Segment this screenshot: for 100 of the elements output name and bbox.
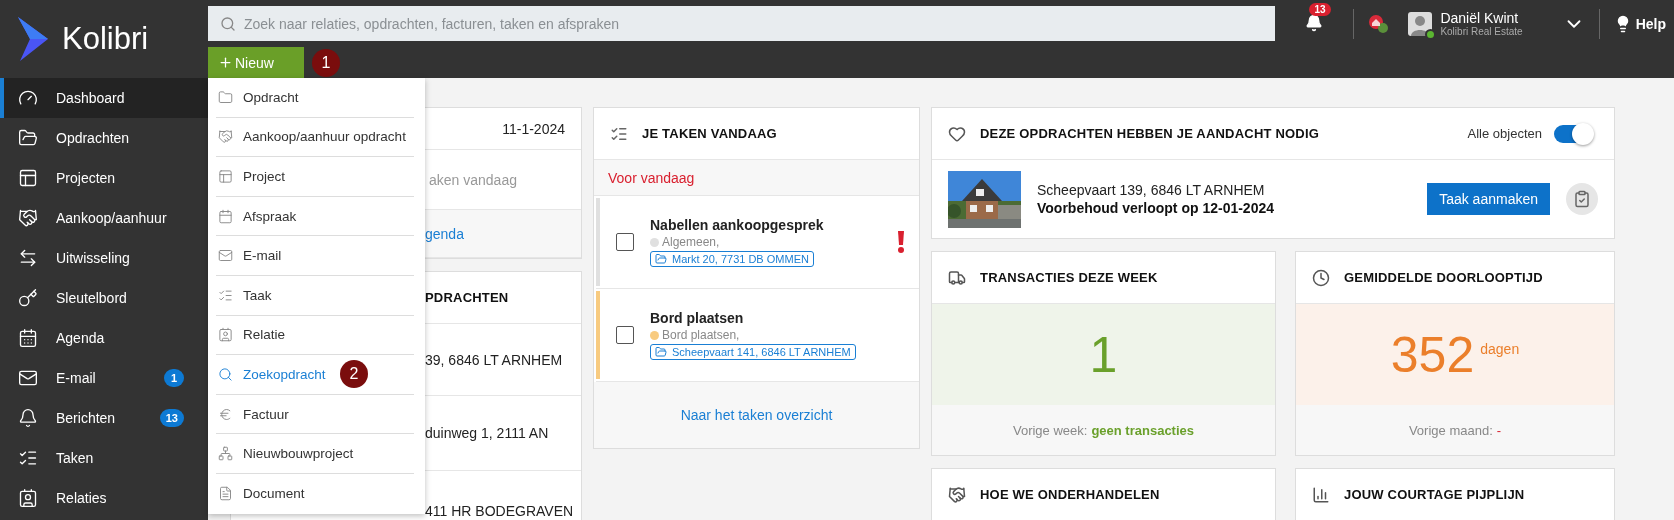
count-badge: 13 [159, 409, 184, 427]
avatar[interactable] [1408, 11, 1433, 36]
stat-unit: dagen [1480, 340, 1520, 357]
sidebar-item[interactable]: E-mail 1 [0, 358, 208, 398]
card-title: PDRACHTEN [425, 290, 509, 305]
euro-icon [218, 406, 233, 422]
address-tag[interactable]: Markt 20, 7731 DB OMMEN [650, 251, 814, 267]
checklist-icon [218, 287, 233, 303]
clipboard-icon [1573, 190, 1591, 208]
sidebar-item[interactable]: Opdrachten [0, 118, 208, 158]
menu-item[interactable]: Afspraak [216, 196, 414, 237]
user-name: Daniël Kwint [1440, 9, 1520, 26]
truck-icon [948, 268, 966, 287]
search-field[interactable]: Zoek naar relaties, opdrachten, facturen, taken en afspraken [208, 6, 1275, 41]
notice-text: Voorbehoud verloopt op 12-01-2024 [1037, 200, 1275, 216]
menu-item[interactable]: Nieuwbouwproject [216, 434, 414, 474]
contact-icon [18, 488, 38, 508]
stat-value: 1 [1089, 325, 1118, 384]
folder-icon [218, 89, 233, 105]
plus-icon [218, 55, 233, 70]
sidebar-item[interactable]: Agenda [0, 318, 208, 358]
search-icon [218, 366, 233, 382]
card-title: TRANSACTIES DEZE WEEK [980, 270, 1158, 285]
stat-footer-value: - [1496, 422, 1502, 438]
menu-item[interactable]: Factuur [216, 394, 414, 435]
calendar-icon [218, 208, 233, 224]
stat-footer-label: Vorige week: [1012, 422, 1088, 438]
contact-icon [218, 327, 233, 343]
sidebar-item[interactable]: Sleutelbord [0, 278, 208, 318]
card-title: JE TAKEN VANDAAG [642, 126, 777, 141]
arrows-icon [18, 248, 38, 268]
folder-icon [655, 346, 667, 358]
logo-text: Kolibri [62, 21, 149, 57]
panels-icon [218, 169, 233, 184]
menu-item[interactable]: Project [216, 157, 414, 197]
search-icon [220, 16, 236, 32]
task-category: Algemeen, [662, 235, 720, 249]
count-badge: 1 [164, 369, 184, 387]
menu-item[interactable]: Aankoop/aanhuur opdracht [216, 117, 414, 158]
agenda-link[interactable]: genda [425, 225, 464, 242]
create-task-button[interactable]: Taak aanmaken [1427, 183, 1550, 215]
sidebar-item[interactable]: Relaties [0, 478, 208, 518]
handshake-icon [948, 485, 966, 504]
assignment-address: duinweg 1, 2111 AN [425, 425, 549, 441]
stat-footer-label: Vorige maand: [1408, 422, 1493, 438]
bell-icon[interactable] [1305, 13, 1324, 32]
calendar-icon [18, 328, 38, 348]
sidebar-item[interactable]: Taken [0, 438, 208, 478]
menu-item[interactable]: Document [216, 473, 414, 514]
help-link[interactable]: Help [1613, 14, 1666, 33]
checkbox[interactable] [616, 233, 634, 251]
sidebar-item[interactable]: Uitwisseling [0, 238, 208, 278]
card-title: JOUW COURTAGE PIJPLIJN [1344, 487, 1525, 502]
card-title: GEMIDDELDE DOORLOOPTIJD [1344, 270, 1543, 285]
assignment-address: 39, 6846 LT ARNHEM [425, 351, 563, 368]
card-title: HOE WE ONDERHANDELEN [980, 487, 1160, 502]
sidebar-item[interactable]: Dashboard [0, 78, 208, 118]
step-marker: 1 [312, 48, 340, 77]
mail-icon [18, 368, 38, 388]
house-status-icon[interactable] [1368, 13, 1391, 34]
clipboard-button[interactable] [1566, 183, 1598, 215]
task-title: Bord plaatsen [650, 310, 745, 326]
assignment-address: 411 HR BODEGRAVEN [425, 502, 574, 519]
agenda-date: 11-1-2024 [502, 120, 565, 137]
bar-chart-icon [1312, 485, 1330, 504]
notification-count: 13 [1309, 2, 1331, 16]
sidebar-item[interactable]: Berichten 13 [0, 398, 208, 438]
key-icon [18, 288, 38, 308]
task-title: Nabellen aankoopgesprek [650, 217, 825, 233]
toggle-switch[interactable]: Alle objecten [1461, 123, 1598, 144]
bell-icon [18, 408, 38, 428]
heart-icon [948, 124, 966, 143]
mail-icon [218, 248, 233, 264]
handshake-icon [218, 129, 233, 145]
menu-item[interactable]: Taak [216, 275, 414, 316]
network-icon [218, 446, 233, 462]
menu-item[interactable]: E-mail [216, 236, 414, 276]
stat-value: 352 [1390, 325, 1475, 384]
checkbox[interactable] [616, 326, 634, 344]
folder-icon [18, 128, 38, 148]
object-address: Scheepvaart 139, 6846 LT ARNHEM [1037, 182, 1266, 198]
sidebar-item[interactable]: Aankoop/aanhuur [0, 198, 208, 238]
panels-icon [18, 168, 38, 188]
handshake-icon [18, 208, 38, 228]
card-title: DEZE OPDRACHTEN HEBBEN JE AANDACHT NODIG [980, 126, 1320, 141]
address-tag[interactable]: Scheepvaart 141, 6846 LT ARNHEM [650, 344, 856, 360]
folder-icon [655, 253, 667, 265]
company-name: Kolibri Real Estate [1440, 25, 1523, 38]
task-category: Bord plaatsen, [662, 328, 740, 342]
document-icon [218, 486, 233, 502]
checklist-icon [18, 448, 38, 468]
menu-item[interactable]: Relatie [216, 315, 414, 356]
step-marker: 2 [340, 360, 368, 389]
section-label: Voor vandaag [594, 160, 919, 196]
menu-item[interactable]: Zoekopdracht 2 [216, 355, 414, 395]
tasks-overview-link[interactable]: Naar het taken overzicht [680, 407, 833, 423]
empty-text: aken vandaag [429, 171, 517, 188]
stat-footer-value: geen transacties [1091, 422, 1194, 438]
menu-item[interactable]: Opdracht [216, 78, 414, 118]
sidebar-item[interactable]: Projecten [0, 158, 208, 198]
